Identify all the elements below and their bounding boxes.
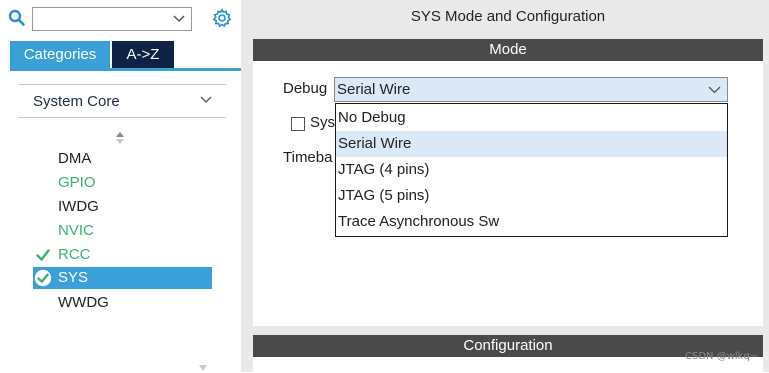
left-panel: Categories A->Z System Core DMA GPIO IWD… — [0, 0, 241, 372]
chevron-down-icon[interactable] — [173, 15, 185, 23]
tree-item-label: GPIO — [58, 174, 96, 191]
dropdown-option[interactable]: JTAG (5 pins) — [336, 183, 727, 209]
search-icon[interactable] — [8, 9, 26, 27]
tree-item-label: DMA — [58, 150, 92, 167]
circle-check-icon — [34, 269, 52, 287]
mode-section-header: Mode — [253, 39, 763, 61]
chevron-down-icon[interactable] — [708, 86, 721, 94]
chevron-down-icon[interactable] — [200, 96, 212, 104]
sort-icon[interactable] — [115, 131, 125, 145]
tab-a-to-z[interactable]: A->Z — [112, 41, 174, 68]
search-input[interactable] — [35, 9, 169, 31]
watermark: CSDN @wlkq~ — [685, 351, 759, 362]
debug-label: Debug — [283, 80, 328, 97]
check-icon — [36, 249, 50, 261]
scroll-down-icon[interactable] — [199, 365, 207, 371]
right-panel: SYS Mode and Configuration Mode Debug Se… — [253, 0, 769, 372]
dropdown-option[interactable]: JTAG (4 pins) — [336, 157, 727, 183]
sys-option-checkbox[interactable] — [291, 117, 305, 131]
search-row — [6, 6, 241, 32]
category-tab-bar: Categories A->Z — [10, 41, 241, 71]
tree-item-label: WWDG — [58, 294, 109, 311]
dropdown-option[interactable]: Trace Asynchronous Sw — [336, 209, 727, 235]
mode-section-body: Debug Serial Wire Sys Timeba No Debug Se… — [253, 61, 763, 326]
tree-item-sys[interactable]: SYS — [33, 267, 212, 289]
tab-categories[interactable]: Categories — [10, 41, 110, 68]
group-header-system-core[interactable]: System Core — [18, 85, 226, 118]
tree-item-label: NVIC — [58, 222, 94, 239]
category-tree: System Core — [18, 84, 226, 373]
debug-select[interactable]: Serial Wire — [334, 77, 728, 102]
tree-item-label: SYS — [58, 269, 89, 286]
gear-icon[interactable] — [212, 8, 232, 28]
debug-select-value: Serial Wire — [337, 81, 411, 98]
panel-splitter[interactable] — [241, 0, 253, 372]
debug-dropdown-list: No Debug Serial Wire JTAG (4 pins) JTAG … — [335, 103, 728, 237]
search-combobox[interactable] — [32, 7, 192, 31]
dropdown-option[interactable]: No Debug — [336, 105, 727, 131]
sys-option-label: Sys — [310, 114, 336, 131]
tree-item-label: IWDG — [58, 198, 99, 215]
timebase-label: Timeba — [283, 149, 333, 166]
page-title: SYS Mode and Configuration — [410, 8, 606, 25]
group-label: System Core — [33, 93, 120, 110]
tree-item-label: RCC — [58, 246, 91, 263]
dropdown-option-selected[interactable]: Serial Wire — [336, 131, 727, 157]
